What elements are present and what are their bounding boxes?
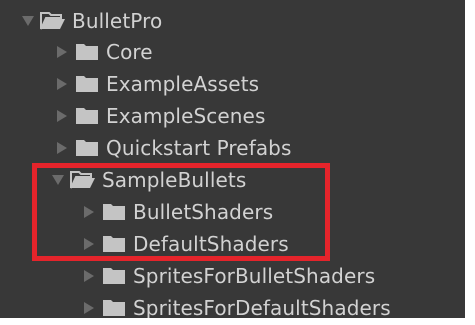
tree-item-label: Core xyxy=(106,40,153,64)
page-margin-bottom xyxy=(0,318,475,325)
tree-item-bulletpro[interactable]: BulletPro xyxy=(18,5,162,37)
tree-item-label: SpritesForBulletShaders xyxy=(133,264,376,288)
folder-icon xyxy=(74,42,100,62)
expand-arrow-right-icon[interactable] xyxy=(52,106,72,126)
project-tree-panel: BulletPro Core ExampleAssets ExampleScen… xyxy=(0,0,465,318)
tree-item-label: ExampleScenes xyxy=(106,104,266,128)
folder-open-icon xyxy=(70,170,96,190)
tree-item-label: BulletShaders xyxy=(133,200,274,224)
folder-icon xyxy=(74,106,100,126)
expand-arrow-right-icon[interactable] xyxy=(52,138,72,158)
expand-arrow-right-icon[interactable] xyxy=(79,234,99,254)
expand-arrow-right-icon[interactable] xyxy=(52,74,72,94)
tree-item-spritesforbulletshaders[interactable]: SpritesForBulletShaders xyxy=(79,260,375,292)
expand-arrow-down-icon[interactable] xyxy=(18,11,38,31)
tree-item-core[interactable]: Core xyxy=(52,36,153,68)
tree-item-bulletshaders[interactable]: BulletShaders xyxy=(79,196,273,228)
tree-item-quickstart-prefabs[interactable]: Quickstart Prefabs xyxy=(52,132,292,164)
tree-item-label: SampleBullets xyxy=(102,168,247,192)
expand-arrow-right-icon[interactable] xyxy=(79,202,99,222)
expand-arrow-right-icon[interactable] xyxy=(79,266,99,286)
folder-icon xyxy=(101,234,127,254)
tree-item-label: ExampleAssets xyxy=(106,72,260,96)
expand-arrow-down-icon[interactable] xyxy=(48,170,68,190)
folder-open-icon xyxy=(40,11,66,31)
folder-icon xyxy=(74,138,100,158)
tree-item-spritesfordefaultshaders[interactable]: SpritesForDefaultShaders xyxy=(79,292,391,318)
expand-arrow-right-icon[interactable] xyxy=(79,298,99,318)
tree-item-label: DefaultShaders xyxy=(133,232,289,256)
tree-item-label: Quickstart Prefabs xyxy=(106,136,292,160)
folder-icon xyxy=(101,202,127,222)
folder-icon xyxy=(101,298,127,318)
folder-icon xyxy=(74,74,100,94)
expand-arrow-right-icon[interactable] xyxy=(52,42,72,62)
tree-item-label: BulletPro xyxy=(72,9,163,33)
tree-item-exampleassets[interactable]: ExampleAssets xyxy=(52,68,259,100)
tree-item-defaultshaders[interactable]: DefaultShaders xyxy=(79,228,289,260)
tree-item-examplescenes[interactable]: ExampleScenes xyxy=(52,100,265,132)
tree-item-samplebullets[interactable]: SampleBullets xyxy=(48,164,246,196)
folder-icon xyxy=(101,266,127,286)
tree-item-label: SpritesForDefaultShaders xyxy=(133,296,391,318)
page-margin-right xyxy=(465,0,475,325)
